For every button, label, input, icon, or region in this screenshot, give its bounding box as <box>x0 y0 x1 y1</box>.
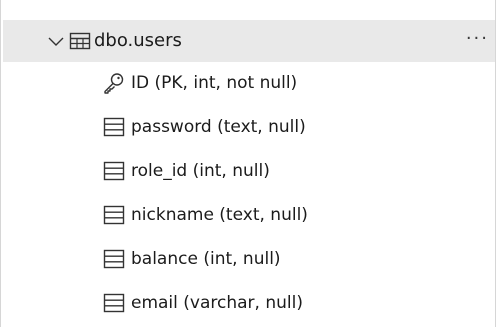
more-actions-button[interactable]: ··· <box>466 26 489 52</box>
chevron-down-icon[interactable] <box>47 32 65 50</box>
column-label: email (varchar, null) <box>131 293 303 313</box>
table-icon <box>69 30 91 52</box>
column-label: role_id (int, null) <box>131 161 270 181</box>
column-label: nickname (text, null) <box>131 205 308 225</box>
column-icon <box>102 115 126 139</box>
tree-item-column-role-id[interactable]: role_id (int, null) <box>3 150 495 193</box>
key-icon <box>102 71 126 95</box>
tree-item-column-balance[interactable]: balance (int, null) <box>3 238 495 281</box>
tree-item-table-dbo-users[interactable]: dbo.users ··· <box>3 20 495 62</box>
column-label: ID (PK, int, not null) <box>131 73 298 93</box>
column-icon <box>102 159 126 183</box>
column-label: password (text, null) <box>131 117 306 137</box>
column-icon <box>102 247 126 271</box>
column-label: balance (int, null) <box>131 249 281 269</box>
tree-item-column-nickname[interactable]: nickname (text, null) <box>3 194 495 237</box>
tree-item-column-password[interactable]: password (text, null) <box>3 106 495 149</box>
tree-item-column-id[interactable]: ID (PK, int, not null) <box>3 62 495 105</box>
table-name-label: dbo.users <box>94 30 182 51</box>
object-explorer-panel: dbo.users ··· ID (PK, int, not null) pas… <box>0 0 496 327</box>
column-icon <box>102 291 126 315</box>
column-icon <box>102 203 126 227</box>
tree-item-column-email[interactable]: email (varchar, null) <box>3 282 495 325</box>
